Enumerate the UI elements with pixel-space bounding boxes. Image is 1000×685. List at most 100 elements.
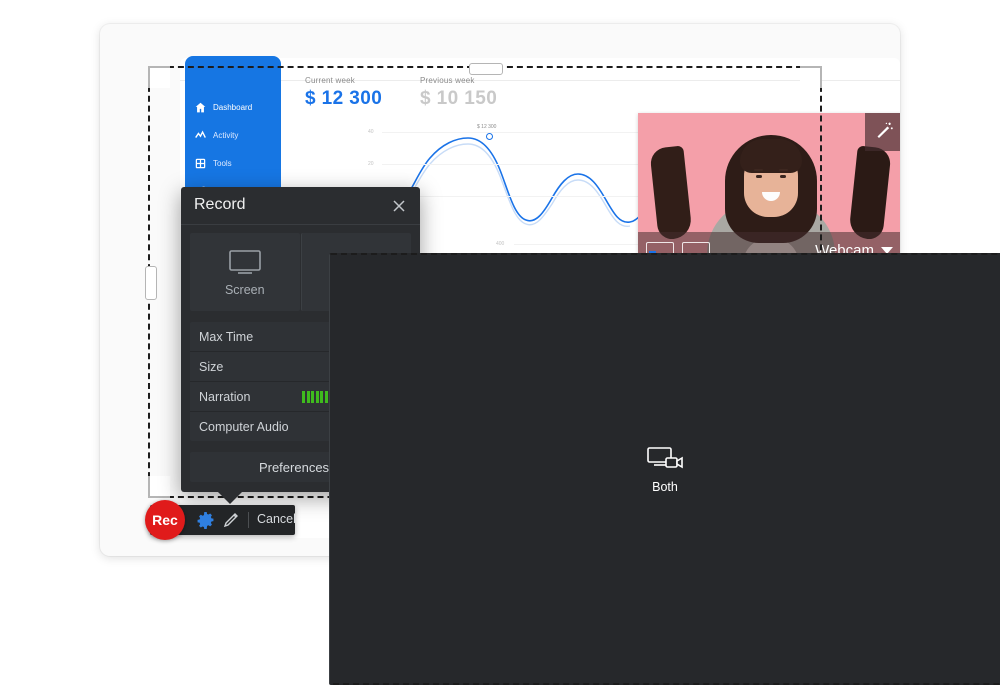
bar-chart-tick-label: Apr: [588, 342, 596, 348]
setting-computer-audio[interactable]: Computer Audio: [190, 412, 411, 441]
kpi-current-week: Current week $ 12 300: [305, 76, 382, 110]
bar-chart-bar: [542, 303, 552, 336]
setting-value: [368, 417, 390, 436]
annotate-button[interactable]: [222, 511, 240, 529]
record-panel-header: Record: [181, 187, 420, 225]
chevron-down-icon: [881, 246, 893, 254]
stat-value: 80%: [459, 328, 474, 335]
setting-label: Max Time: [199, 329, 254, 344]
webcam-source-dropdown[interactable]: Webcam: [815, 242, 893, 259]
chevron-right-icon: [398, 361, 404, 372]
bar-chart-bar: [767, 272, 777, 336]
gear-icon: [196, 511, 215, 534]
bar-chart-bar: [520, 289, 529, 336]
preferences-button[interactable]: Preferences…: [190, 452, 411, 482]
bar-chart-bar: [655, 307, 664, 336]
meter-segment: [324, 390, 328, 403]
microphone-icon: [376, 387, 390, 407]
meter-segment: [302, 390, 305, 403]
cancel-button[interactable]: Cancel: [257, 512, 296, 526]
panel-pointer-tail: [217, 491, 243, 504]
line-chart-point: [486, 133, 493, 140]
size-preset-small[interactable]: [682, 241, 710, 259]
sidebar-item-activity[interactable]: Activity: [195, 126, 281, 144]
setting-value: 720p: [362, 360, 390, 374]
chevron-right-icon: [398, 421, 404, 432]
dashboard-topbar: Dashboard: [180, 58, 900, 81]
meter-segment: [342, 390, 346, 403]
magic-wand-icon: [874, 120, 894, 145]
setting-label: Computer Audio: [199, 419, 289, 434]
close-icon: [388, 195, 410, 217]
stat-value: 345: [462, 260, 474, 267]
bar-chart-tick-label: Aug: [677, 342, 687, 348]
close-button[interactable]: [388, 195, 410, 217]
setting-label: Size: [199, 359, 224, 374]
line-chart-tooltip: $ 12 300: [477, 124, 497, 130]
meter-segment: [351, 390, 355, 403]
record-settings-list: Max Time None Size 720p Narration Comput…: [190, 322, 411, 441]
settings-button[interactable]: [196, 511, 215, 530]
setting-value: None: [360, 330, 390, 344]
sidebar-item-dashboard[interactable]: Dashboard: [195, 98, 281, 116]
setting-narration[interactable]: Narration: [190, 382, 411, 412]
meter-segment: [315, 390, 319, 403]
kpi-caption: Previous week: [420, 76, 475, 85]
meter-segment: [365, 390, 368, 403]
meter-segment: [320, 390, 323, 403]
kpi-caption: Current week: [305, 76, 355, 85]
bar-chart-tick-label: Oct: [723, 342, 731, 348]
mode-label: Webcam: [331, 283, 381, 297]
camcorder-icon: [339, 247, 373, 277]
mode-label: Screen: [224, 283, 265, 297]
meter-segment: [311, 390, 314, 403]
record-button[interactable]: Rec: [145, 500, 185, 540]
stat-value: 121: [462, 294, 474, 301]
pencil-icon: [222, 513, 240, 533]
bar-chart-tick-label: Jun: [632, 342, 642, 348]
bar-chart-bar: [610, 291, 619, 336]
setting-value-text: 720p: [362, 359, 390, 374]
chevron-right-icon: [398, 391, 404, 402]
setting-max-time[interactable]: Max Time None: [190, 322, 411, 352]
sidebar-item-label: Dashboard: [213, 102, 253, 112]
meter-segment: [356, 390, 359, 403]
bar-chart-tick-label: Jul: [656, 342, 663, 348]
meter-segment: [329, 390, 332, 403]
bar-chart-tick-label: May: [609, 342, 620, 348]
kpi-value: $ 12 300: [305, 88, 383, 109]
bar-chart-tick-label: Feb: [542, 342, 552, 348]
meter-segment: [347, 390, 350, 403]
meter-segment: [306, 390, 310, 403]
monitor-icon: [228, 247, 262, 277]
size-preset-medium[interactable]: [646, 241, 674, 259]
setting-label: Narration: [199, 389, 251, 404]
sidebar-item-tools[interactable]: Tools: [195, 154, 281, 172]
mode-screen[interactable]: Screen: [190, 233, 300, 311]
sidebar-item-label: Activity: [213, 130, 239, 140]
toolbar-divider: [248, 512, 249, 528]
meter-segment: [360, 390, 364, 403]
magic-wand-button[interactable]: [865, 113, 900, 151]
bar-chart-bar: [677, 285, 687, 336]
area-chart: 40% 30% 20% 10%: [496, 358, 792, 470]
record-settings-panel: Record Screen Webcam Both Max Time None …: [181, 187, 1000, 685]
speaker-muted-icon: [368, 417, 390, 436]
mode-webcam[interactable]: Webcam: [300, 233, 411, 311]
webcam-toolbar: Webcam: [638, 232, 900, 268]
move-handle[interactable]: [563, 282, 601, 320]
record-panel-title: Record: [194, 196, 246, 213]
webcam-overlay[interactable]: Webcam: [638, 113, 900, 268]
webcam-source-label: Webcam: [815, 241, 874, 259]
bar-chart-bar: [700, 268, 709, 336]
setting-size[interactable]: Size 720p: [190, 352, 411, 382]
record-mode-selector: Screen Webcam Both: [190, 233, 1000, 685]
preferences-label: Preferences…: [258, 459, 343, 475]
kpi-value: $ 10 150: [420, 88, 498, 109]
chevron-right-icon: [398, 331, 404, 342]
bar-chart-bar: [745, 296, 754, 336]
screenshot-root: Dashboard 40 20 0 $ 12 300: [0, 0, 1000, 685]
sidebar-item-label: Tools: [213, 158, 232, 168]
audio-level-meter: [302, 390, 368, 403]
tools-icon: [195, 158, 206, 169]
